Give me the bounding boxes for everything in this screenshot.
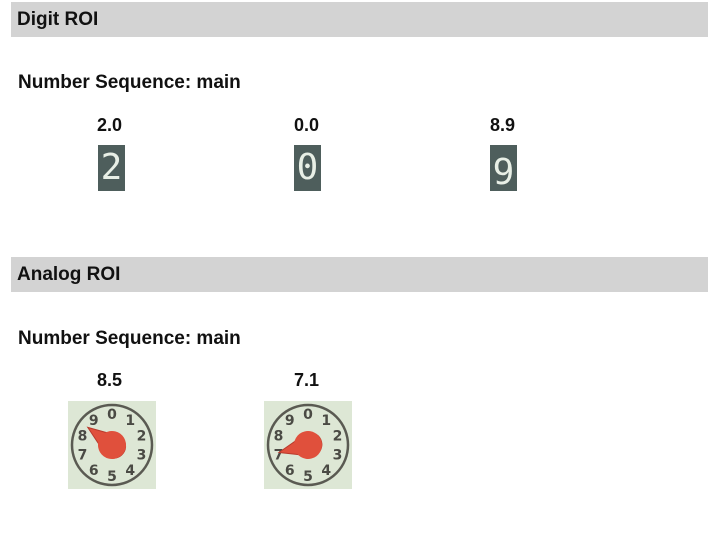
analog-roi-header: Analog ROI [11, 257, 708, 292]
dial-number: 0 [107, 407, 117, 423]
dial-number: 4 [125, 463, 135, 479]
dial-number: 1 [321, 413, 331, 429]
dial-number: 3 [333, 448, 343, 464]
digit-glyph-partial: 8 [490, 145, 517, 151]
digit-sequence-title: Number Sequence: main [18, 72, 241, 93]
dial-number: 6 [285, 463, 295, 479]
dial-number: 0 [303, 407, 313, 423]
dial-number: 8 [78, 428, 88, 444]
digit-glyph: 0 [296, 147, 319, 188]
digit-roi-header: Digit ROI [11, 2, 708, 37]
dial-number: 2 [137, 428, 147, 444]
digit-roi-value: 0.0 [294, 115, 320, 135]
analog-dial-svg: 0 12 34567 89 [70, 403, 154, 487]
analog-dial-image: 012 34567 89 [68, 401, 156, 489]
digit-roi-image: 8 9 [490, 145, 517, 191]
dial-number: 9 [285, 413, 295, 429]
dial-number: 9 [89, 413, 99, 429]
analog-roi-value: 7.1 [294, 370, 320, 390]
dial-number: 8 [274, 428, 284, 444]
dial-number: 6 [89, 463, 99, 479]
digit-roi-image: 2 [98, 145, 125, 191]
dial-number: 3 [137, 448, 147, 464]
analog-roi-value: 8.5 [97, 370, 123, 390]
dial-number: 5 [107, 469, 117, 485]
analog-sequence-title: Number Sequence: main [18, 328, 241, 349]
digit-roi-value: 8.9 [490, 115, 516, 135]
digit-glyph: 9 [492, 152, 515, 191]
digit-roi-value: 2.0 [97, 115, 123, 135]
digit-glyph: 2 [100, 147, 123, 188]
analog-dial-svg: 0 123456789 [266, 403, 350, 487]
digit-roi-image: 0 [294, 145, 321, 191]
dial-number: 5 [303, 469, 313, 485]
dial-number: 4 [321, 463, 331, 479]
analog-dial-image: 0123456789 [264, 401, 352, 489]
dial-number: 2 [333, 428, 343, 444]
dial-number: 7 [78, 448, 88, 464]
dial-number: 1 [125, 413, 135, 429]
needle-hub [294, 431, 322, 459]
